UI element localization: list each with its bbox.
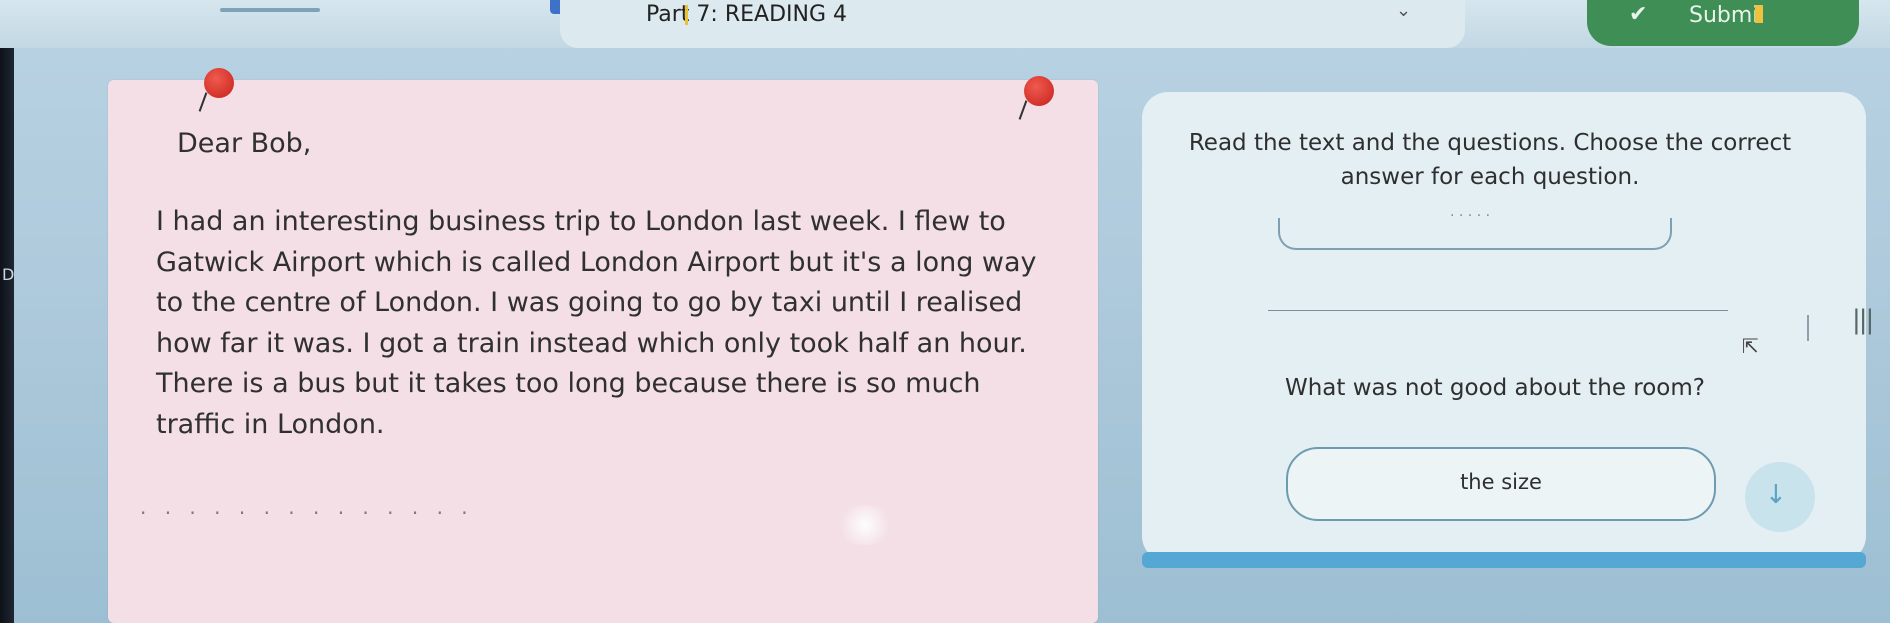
down-arrow-icon: ↓: [1765, 480, 1787, 510]
faint-dots: . . . . . . . . . . . . . .: [140, 495, 474, 519]
submit-button[interactable]: ✔ Submi: [1587, 0, 1859, 46]
instructions-text: Read the text and the questions. Choose …: [1188, 130, 1792, 190]
letter-body: I had an interesting business trip to Lo…: [156, 206, 1037, 440]
page-title: Part 7: READING 4: [646, 2, 847, 27]
answer-option-button[interactable]: the size: [1286, 447, 1716, 521]
submit-caret: [1755, 5, 1763, 23]
answer-slot-dots: · · · · ·: [1450, 208, 1491, 224]
light-glare: [835, 505, 895, 545]
chevron-down-icon[interactable]: ⌄: [1396, 0, 1411, 21]
scroll-marker: [1807, 315, 1809, 341]
progress-bar: [1142, 552, 1866, 568]
question-text: What was not good about the room?: [1284, 375, 1705, 401]
letter-greeting: Dear Bob,: [177, 128, 312, 159]
answer-option-label: the size: [1460, 470, 1542, 494]
check-icon: ✔: [1629, 2, 1648, 27]
pushpin-icon: [204, 68, 234, 98]
submit-label: Submi: [1689, 3, 1759, 28]
text-caret: [685, 5, 688, 25]
mouse-cursor-icon: ⇱: [1742, 334, 1759, 358]
edge-glyph: D: [2, 265, 15, 284]
divider: [1268, 310, 1728, 311]
screen-edge: [0, 0, 14, 623]
pushpin-icon: [1024, 76, 1054, 106]
grip-icon[interactable]: |||: [1852, 305, 1874, 335]
header-decor-bar: [220, 8, 320, 12]
